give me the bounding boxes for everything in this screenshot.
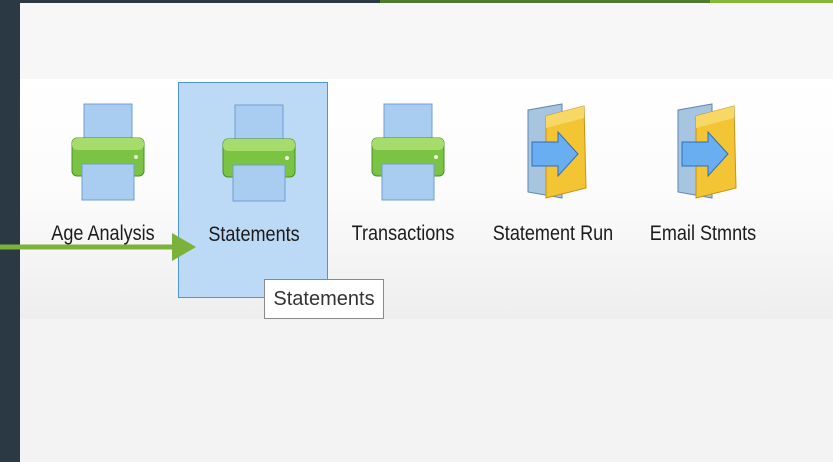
printer-icon — [71, 103, 145, 201]
statements-button[interactable]: Statements — [178, 82, 328, 298]
email-statements-button[interactable]: Email Stmnts — [628, 82, 778, 298]
statement-run-button[interactable]: Statement Run — [478, 82, 628, 298]
transactions-label: Transactions — [351, 222, 455, 245]
email-statements-label: Email Stmnts — [649, 222, 757, 245]
folder-arrow-icon — [527, 103, 587, 199]
folder-arrow-icon — [677, 103, 737, 199]
age-analysis-button[interactable]: Age Analysis — [28, 82, 178, 298]
printer-icon — [222, 104, 296, 202]
tooltip: Statements — [264, 279, 384, 319]
statement-run-label: Statement Run — [492, 222, 614, 245]
age-analysis-label: Age Analysis — [51, 222, 155, 245]
app-window: Age Analysis Statements Transactions Sta… — [20, 3, 833, 462]
title-area — [20, 3, 833, 79]
transactions-button[interactable]: Transactions — [328, 82, 478, 298]
statements-label: Statements — [208, 223, 300, 246]
printer-icon — [371, 103, 445, 201]
